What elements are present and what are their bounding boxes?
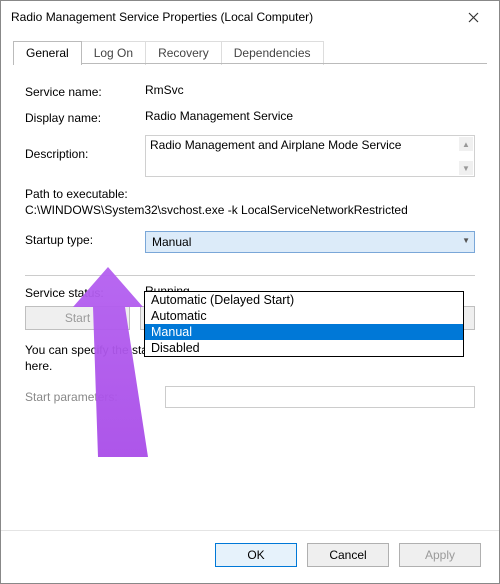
option-manual[interactable]: Manual [145,324,463,340]
tab-recovery[interactable]: Recovery [145,41,222,65]
option-disabled[interactable]: Disabled [145,340,463,356]
label-display-name: Display name: [25,109,145,125]
label-service-name: Service name: [25,83,145,99]
chevron-down-icon: ▼ [462,236,470,245]
value-description: Radio Management and Airplane Mode Servi… [150,138,401,152]
label-service-status: Service status: [25,284,145,300]
scroll-down-icon[interactable]: ▼ [459,161,473,175]
option-automatic[interactable]: Automatic [145,308,463,324]
window-title: Radio Management Service Properties (Loc… [11,10,451,24]
startup-type-value: Manual [152,235,191,249]
option-automatic-delayed[interactable]: Automatic (Delayed Start) [145,292,463,308]
value-path: C:\WINDOWS\System32\svchost.exe -k Local… [25,203,475,217]
start-parameters-input[interactable] [165,386,475,408]
title-bar: Radio Management Service Properties (Loc… [1,1,499,33]
label-start-parameters: Start parameters: [25,390,165,404]
dialog-footer: OK Cancel Apply [1,530,499,583]
tab-logon[interactable]: Log On [81,41,146,65]
apply-button: Apply [399,543,481,567]
startup-type-dropdown[interactable]: Manual ▼ [145,231,475,253]
tab-general[interactable]: General [13,41,82,65]
startup-type-options[interactable]: Automatic (Delayed Start) Automatic Manu… [144,291,464,357]
value-display-name: Radio Management Service [145,109,475,123]
tab-dependencies[interactable]: Dependencies [221,41,324,65]
close-icon[interactable] [451,3,495,31]
scroll-up-icon[interactable]: ▲ [459,137,473,151]
tabs: General Log On Recovery Dependencies [13,41,487,65]
ok-button[interactable]: OK [215,543,297,567]
label-description: Description: [25,135,145,161]
description-box[interactable]: Radio Management and Airplane Mode Servi… [145,135,475,177]
start-button: Start [25,306,130,330]
value-service-name: RmSvc [145,83,475,97]
label-path: Path to executable: [25,187,475,201]
label-startup-type: Startup type: [25,231,145,247]
cancel-button[interactable]: Cancel [307,543,389,567]
